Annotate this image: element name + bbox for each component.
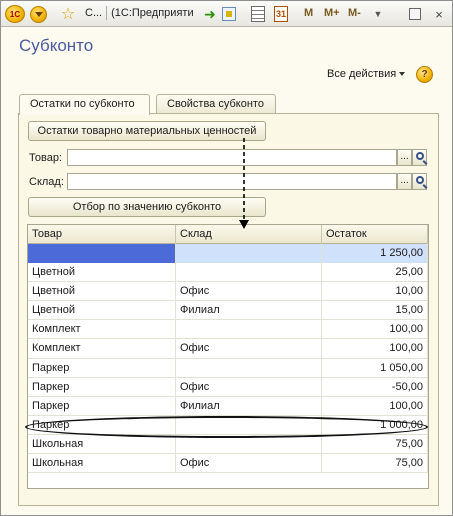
cell-warehouse: Офис [176, 454, 322, 474]
calendar-icon[interactable]: 31 [274, 6, 288, 22]
column-header-goods[interactable]: Товар [28, 225, 176, 244]
memory-plus-button[interactable]: M+ [324, 7, 340, 19]
cell-remainder: 100,00 [322, 339, 428, 359]
cell-warehouse: Филиал [176, 396, 322, 416]
title-bar: 1С ☆ С... (1С:Предприяти ➜ 31 M M+ M- ▼ × [1, 1, 452, 27]
table-row[interactable]: Цветной Офис 10,00 [28, 282, 428, 302]
cell-warehouse [176, 320, 322, 340]
close-window-icon[interactable]: × [430, 5, 448, 23]
cell-remainder: 1 000,00 [322, 415, 428, 435]
tab-subconto-properties[interactable]: Свойства субконто [156, 94, 276, 114]
cell-warehouse [176, 434, 322, 454]
cell-warehouse: Офис [176, 282, 322, 302]
table-row[interactable]: Школьная 75,00 [28, 434, 428, 455]
dropdown-arrow-icon[interactable]: ▼ [373, 5, 383, 23]
form-title: Субконто [19, 36, 94, 55]
goods-search-button[interactable] [412, 149, 427, 166]
goods-label: Товар: [29, 152, 62, 164]
cell-warehouse [176, 263, 322, 283]
help-button[interactable]: ? [416, 66, 433, 83]
table-body: 1 250,00 Цветной 25,00 Цветной Офис 10,00 Цвет… [28, 244, 428, 474]
cell-warehouse [176, 358, 322, 378]
cell-goods: Паркер [28, 377, 176, 397]
page-icon[interactable] [222, 7, 236, 21]
cell-remainder: -50,00 [322, 377, 428, 397]
cell-remainder: 100,00 [322, 320, 428, 340]
warehouse-label: Склад: [29, 176, 64, 188]
cell-goods: Цветной [28, 282, 176, 302]
window-tab-short: С... [85, 6, 103, 19]
filter-by-subconto-button[interactable]: Отбор по значению субконто [28, 197, 266, 217]
memory-button[interactable]: M [304, 7, 313, 19]
warehouse-field[interactable] [67, 173, 397, 190]
chevron-down-icon [399, 72, 406, 77]
table-row[interactable]: Школьная Офис 75,00 [28, 454, 428, 474]
table-row[interactable]: Паркер 1 050,00 [28, 358, 428, 378]
cell-warehouse: Филиал [176, 301, 322, 321]
cell-remainder: 1 050,00 [322, 358, 428, 378]
cell-warehouse: Офис [176, 339, 322, 359]
table-header: Товар Склад Остаток [28, 225, 428, 244]
table-row[interactable]: Цветной 25,00 [28, 263, 428, 283]
app-logo-icon[interactable]: 1С [5, 5, 25, 23]
table-row[interactable]: Комплект 100,00 [28, 320, 428, 340]
memory-minus-button[interactable]: M- [348, 7, 361, 19]
cell-remainder: 15,00 [322, 301, 428, 321]
table-row[interactable]: Паркер Филиал 100,00 [28, 396, 428, 416]
column-header-warehouse[interactable]: Склад [176, 225, 322, 244]
window-tab-title: (1С:Предприяти [111, 6, 194, 19]
cell-goods: Комплект [28, 320, 176, 340]
cell-remainder: 25,00 [322, 263, 428, 283]
cell-goods: Паркер [28, 396, 176, 416]
cell-goods: Комплект [28, 339, 176, 359]
all-actions-label: Все действия [327, 68, 397, 80]
cell-remainder: 100,00 [322, 396, 428, 416]
tab-remains-by-subconto[interactable]: Остатки по субконто [19, 94, 150, 115]
cell-remainder: 75,00 [322, 454, 428, 474]
table-row[interactable]: Комплект Офис 100,00 [28, 339, 428, 359]
remains-table[interactable]: Товар Склад Остаток 1 250,00 Цветной 25,00… [27, 224, 429, 489]
favorites-star-icon[interactable]: ☆ [59, 5, 77, 23]
table-row[interactable]: 1 250,00 [28, 244, 428, 264]
cell-goods: Школьная [28, 434, 176, 454]
table-row[interactable]: Паркер 1 000,00 [28, 415, 428, 435]
table-row[interactable]: Цветной Филиал 15,00 [28, 301, 428, 321]
cell-goods: Цветной [28, 263, 176, 283]
search-icon [415, 176, 424, 184]
cell-goods: Школьная [28, 454, 176, 474]
warehouse-search-button[interactable] [412, 173, 427, 190]
window-tab[interactable]: С... (1С:Предприяти [85, 6, 194, 22]
goods-field[interactable] [67, 149, 397, 166]
cell-warehouse [176, 415, 322, 435]
cell-remainder: 75,00 [322, 434, 428, 454]
cell-warehouse [176, 244, 322, 263]
all-actions-menu[interactable]: Все действия [327, 68, 406, 80]
cell-goods: Паркер [28, 358, 176, 378]
cell-goods: Цветной [28, 301, 176, 321]
warehouse-select-button[interactable]: ... [397, 173, 412, 190]
main-menu-icon[interactable] [30, 6, 47, 23]
column-header-remainder[interactable]: Остаток [322, 225, 428, 244]
go-arrow-icon[interactable]: ➜ [201, 5, 219, 23]
search-icon [415, 152, 424, 160]
table-row[interactable]: Паркер Офис -50,00 [28, 377, 428, 397]
goods-select-button[interactable]: ... [397, 149, 412, 166]
inventory-remains-button[interactable]: Остатки товарно материальных ценностей [28, 121, 266, 141]
cell-goods: Паркер [28, 415, 176, 435]
cell-remainder: 10,00 [322, 282, 428, 302]
cell-goods [28, 244, 176, 263]
subconto-window: 1С ☆ С... (1С:Предприяти ➜ 31 M M+ M- ▼ ×… [0, 0, 453, 516]
calculator-icon[interactable] [251, 6, 265, 22]
cell-warehouse: Офис [176, 377, 322, 397]
restore-window-icon[interactable] [409, 8, 421, 20]
cell-remainder: 1 250,00 [322, 244, 428, 263]
